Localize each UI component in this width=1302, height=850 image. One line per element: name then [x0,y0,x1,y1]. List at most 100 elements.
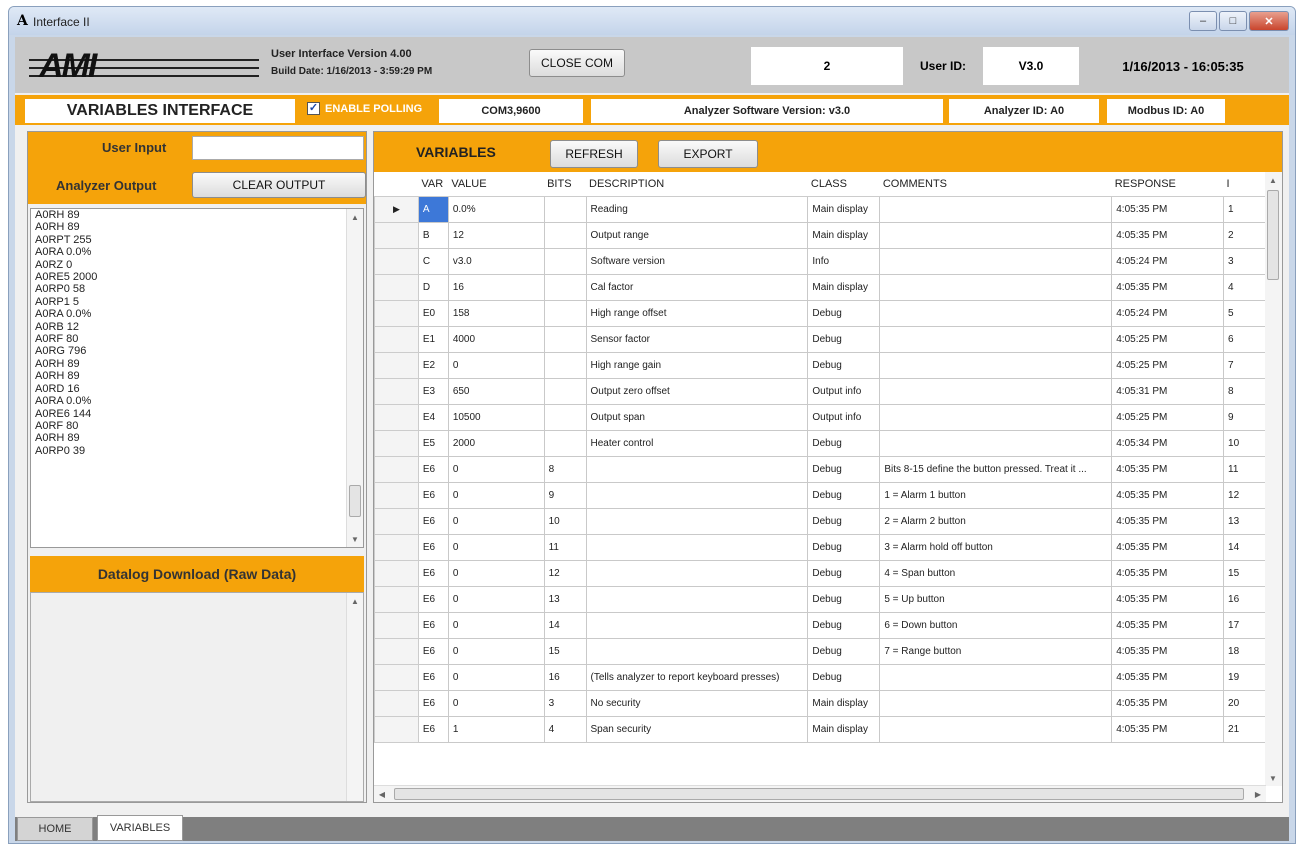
table-cell[interactable]: Output info [807,377,881,405]
table-cell[interactable]: 4000 [447,325,545,353]
table-cell[interactable] [543,403,587,431]
minimize-button[interactable]: ‒ [1189,11,1217,31]
table-cell[interactable]: Debug [807,325,881,353]
checkbox-check-icon[interactable]: ✓ [307,102,320,115]
table-cell[interactable] [585,637,809,665]
grid-vscroll-track[interactable]: ▲ ▼ [1265,172,1282,786]
maximize-button[interactable]: □ [1219,11,1247,31]
row-header[interactable] [374,507,419,535]
table-cell[interactable] [879,351,1113,379]
output-scrollbar[interactable]: ▲ ▼ [346,209,363,547]
table-cell[interactable]: 16 [543,663,587,691]
table-cell[interactable]: 3 [1223,247,1266,275]
table-cell[interactable]: Heater control [585,429,809,457]
table-cell[interactable] [585,533,809,561]
table-row[interactable]: E6 0 8 Debug Bits 8-15 define the button pre… [374,455,1266,483]
table-cell[interactable]: 13 [1223,507,1266,535]
close-window-button[interactable]: ✕ [1249,11,1289,31]
table-cell[interactable]: Debug [807,559,881,587]
table-cell[interactable]: 18 [1223,637,1266,665]
table-cell[interactable]: (Tells analyzer to report keyboard press… [585,663,809,691]
table-cell[interactable]: E6 [417,507,449,535]
table-cell[interactable]: D [417,273,449,301]
table-cell[interactable]: 14 [1223,533,1266,561]
table-cell[interactable]: E6 [417,559,449,587]
table-row[interactable]: E6 0 9 Debug 1 = Alarm 1 button 4:05:35 PM 12 [374,481,1266,509]
table-row[interactable]: E1 4000 Sensor factor Debug 4:05:25 PM 6 [374,325,1266,353]
table-cell[interactable]: Main display [807,195,881,223]
table-cell[interactable]: 0 [447,637,545,665]
row-header[interactable] [374,455,419,483]
table-cell[interactable]: 0 [447,585,545,613]
scroll-thumb[interactable] [394,788,1244,800]
table-cell[interactable]: 10 [1223,429,1266,457]
table-cell[interactable]: 4:05:35 PM [1111,611,1225,639]
table-cell[interactable] [543,377,587,405]
table-cell[interactable]: 0 [447,663,545,691]
table-cell[interactable]: 2 [1223,221,1266,249]
grid-vertical-scrollbar[interactable]: ▲ ▼ [1265,172,1282,786]
table-cell[interactable] [879,689,1113,717]
table-cell[interactable]: 0 [447,481,545,509]
table-cell[interactable]: Debug [807,455,881,483]
table-cell[interactable]: 0 [447,611,545,639]
export-button[interactable]: EXPORT [658,140,758,168]
table-cell[interactable]: E6 [417,689,449,717]
table-cell[interactable]: 7 [1223,351,1266,379]
row-header[interactable] [374,481,419,509]
clear-output-button[interactable]: CLEAR OUTPUT [192,172,366,198]
table-cell[interactable]: 4:05:24 PM [1111,299,1225,327]
table-cell[interactable]: Debug [807,611,881,639]
table-cell[interactable]: 1 = Alarm 1 button [879,481,1113,509]
table-cell[interactable]: Software version [585,247,809,275]
table-cell[interactable]: 3 = Alarm hold off button [879,533,1113,561]
table-cell[interactable] [585,507,809,535]
table-row[interactable]: E3 650 Output zero offset Output info 4:05:3… [374,377,1266,405]
table-cell[interactable] [879,299,1113,327]
table-cell[interactable]: 4:05:35 PM [1111,637,1225,665]
table-cell[interactable]: E6 [417,455,449,483]
table-cell[interactable]: 8 [1223,377,1266,405]
table-row[interactable]: E6 0 14 Debug 6 = Down button 4:05:35 PM 17 [374,611,1266,639]
table-cell[interactable]: 4:05:35 PM [1111,715,1225,743]
table-cell[interactable]: 4:05:35 PM [1111,195,1225,223]
table-cell[interactable] [585,611,809,639]
table-cell[interactable]: 4:05:31 PM [1111,377,1225,405]
table-cell[interactable]: 4:05:25 PM [1111,325,1225,353]
datalog-area[interactable]: ▲ [30,592,364,802]
table-cell[interactable]: 10 [543,507,587,535]
tab-home[interactable]: HOME [17,817,93,841]
table-cell[interactable]: 5 [1223,299,1266,327]
column-header[interactable]: RESPONSE [1111,172,1224,197]
table-cell[interactable]: Output span [585,403,809,431]
table-cell[interactable]: 0 [447,455,545,483]
table-cell[interactable]: 4:05:35 PM [1111,455,1225,483]
table-cell[interactable]: E0 [417,299,449,327]
table-cell[interactable]: B [417,221,449,249]
scroll-up-icon[interactable]: ▲ [347,209,363,225]
table-cell[interactable]: E6 [417,585,449,613]
table-cell[interactable] [879,221,1113,249]
table-row[interactable]: D 16 Cal factor Main display 4:05:35 PM 4 [374,273,1266,301]
table-cell[interactable]: 4:05:35 PM [1111,663,1225,691]
table-cell[interactable]: 2000 [447,429,545,457]
refresh-button[interactable]: REFRESH [550,140,638,168]
table-cell[interactable]: 17 [1223,611,1266,639]
table-row[interactable]: E2 0 High range gain Debug 4:05:25 PM 7 [374,351,1266,379]
table-cell[interactable]: Cal factor [585,273,809,301]
table-cell[interactable]: 1 [447,715,545,743]
table-cell[interactable]: 3 [543,689,587,717]
table-cell[interactable]: 8 [543,455,587,483]
analyzer-output-log[interactable]: A0RH 89 A0RH 89 A0RPT 255 A0RA 0.0% A0RZ 0 A0… [30,208,364,548]
datalog-scrollbar[interactable]: ▲ [346,593,363,801]
table-row[interactable]: ▶ A 0.0% Reading Main display 4:05:35 PM 1 [374,195,1266,223]
row-header[interactable] [374,715,419,743]
table-cell[interactable]: 11 [543,533,587,561]
table-cell[interactable] [543,299,587,327]
table-cell[interactable]: 4:05:35 PM [1111,585,1225,613]
table-cell[interactable]: Debug [807,533,881,561]
table-cell[interactable]: 4:05:24 PM [1111,247,1225,275]
table-cell[interactable]: 12 [1223,481,1266,509]
table-cell[interactable] [543,247,587,275]
row-header[interactable] [374,637,419,665]
